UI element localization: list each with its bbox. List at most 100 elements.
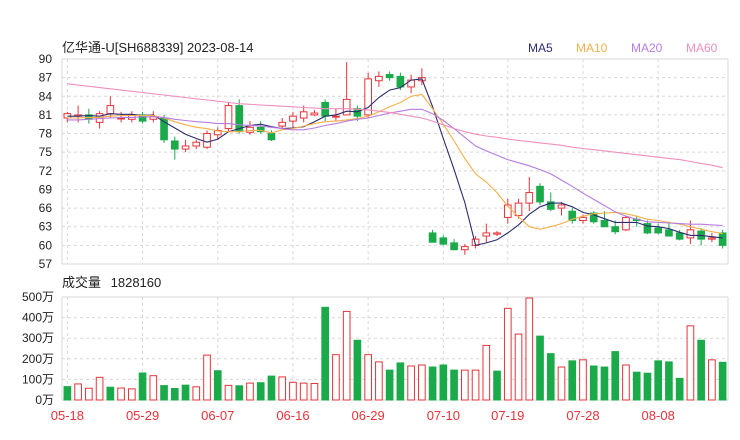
volume-bar: [589, 365, 598, 401]
price-y-axis: 90 87 84 81 78 75 72 69 66 63 60 57: [39, 52, 53, 271]
candle-body: [224, 105, 233, 130]
volume-bar: [718, 361, 727, 401]
candle-body: [267, 133, 276, 141]
volume-bar: [611, 351, 620, 401]
volume-bar: [503, 307, 512, 401]
price-tick-label: 63: [39, 220, 53, 234]
date-tick-label: 05-29: [126, 408, 159, 423]
candle-body: [536, 185, 544, 203]
candle-body: [192, 141, 201, 147]
candle-body: [310, 112, 319, 116]
candle-body: [482, 232, 491, 237]
volume-bar: [525, 297, 534, 401]
volume-bar: [407, 365, 415, 401]
candle-body: [332, 115, 340, 118]
date-tick-label: 08-08: [642, 408, 675, 423]
legend-ma10: MA10: [576, 41, 608, 55]
volume-bar: [375, 361, 383, 401]
volume-bar: [697, 339, 705, 401]
volume-bar: [213, 370, 222, 401]
candle-body: [686, 229, 695, 239]
volume-bar: [708, 359, 716, 401]
volume-bar: [85, 387, 93, 401]
volume-bar: [675, 377, 684, 401]
legend-ma60: MA60: [686, 41, 718, 55]
candle-body: [428, 232, 437, 243]
volume-bar: [536, 335, 544, 401]
price-tick-label: 66: [39, 201, 53, 215]
candle-body: [665, 229, 673, 237]
volume-tick-label: 0万: [35, 393, 54, 407]
candle-body: [246, 126, 254, 133]
volume-bar: [600, 366, 609, 401]
volume-y-axis: 500万 400万 300万 200万 100万 0万: [22, 290, 54, 407]
volume-bar: [95, 376, 104, 401]
volume-tick-label: 100万: [22, 372, 54, 386]
volume-tick-label: 500万: [22, 290, 54, 304]
date-axis: 05-18 05-29 06-07 06-16 06-29 07-10 07-19 07-28…: [51, 408, 675, 423]
volume-tick-label: 200万: [22, 352, 54, 366]
volume-bar: [396, 362, 405, 401]
price-tick-label: 72: [39, 164, 53, 178]
volume-bar: [514, 333, 523, 401]
volume-tick-label: 300万: [22, 331, 54, 345]
candle-body: [439, 237, 448, 245]
volume-value: 1828160: [111, 275, 162, 290]
volume-bar: [117, 387, 125, 401]
price-tick-label: 57: [39, 257, 53, 271]
volume-bar: [557, 366, 566, 401]
candle-body: [117, 117, 125, 120]
candle-body: [385, 74, 394, 79]
candlestick-series: [63, 62, 727, 255]
volume-bar: [439, 364, 448, 401]
date-tick-label: 06-29: [352, 408, 385, 423]
volume-bar: [127, 388, 136, 401]
candle-body: [718, 232, 727, 246]
candle-body: [525, 192, 534, 204]
date-tick-label: 06-07: [201, 408, 234, 423]
volume-bar: [643, 372, 652, 401]
candle-body: [289, 115, 297, 122]
volume-bar: [299, 382, 308, 401]
price-grid: [61, 58, 729, 265]
candle-body: [675, 232, 684, 240]
price-tick-label: 60: [39, 238, 53, 252]
candle-body: [375, 75, 383, 82]
volume-bar: [149, 375, 158, 401]
volume-bar: [74, 383, 82, 401]
volume-bar: [246, 382, 254, 401]
price-tick-label: 84: [39, 89, 53, 103]
volume-bar: [665, 361, 673, 401]
volume-bar: [224, 384, 233, 401]
volume-bar: [686, 325, 695, 401]
candle-body: [708, 237, 716, 240]
candle-body: [654, 227, 663, 234]
volume-bar: [289, 381, 297, 401]
legend-ma20: MA20: [631, 41, 663, 55]
candle-body: [622, 216, 630, 231]
candle-body: [493, 232, 501, 235]
volume-bar: [256, 382, 265, 401]
volume-bar: [321, 306, 330, 401]
date-tick-label: 07-28: [566, 408, 599, 423]
date-tick-label: 05-18: [51, 408, 84, 423]
date-tick-label: 07-19: [491, 408, 524, 423]
volume-bar: [654, 360, 663, 401]
volume-bar: [385, 369, 394, 401]
volume-bar: [192, 386, 201, 401]
volume-bar: [579, 359, 587, 401]
volume-bar-series: [63, 297, 727, 401]
price-tick-label: 81: [39, 108, 53, 122]
volume-bar: [203, 354, 211, 401]
volume-bar: [418, 364, 426, 401]
volume-bar: [471, 369, 480, 401]
volume-bar: [267, 375, 276, 401]
volume-bar: [568, 360, 577, 401]
volume-bar: [278, 376, 287, 401]
volume-bar: [63, 386, 72, 401]
volume-tick-label: 400万: [22, 311, 54, 325]
candle-body: [321, 101, 330, 117]
volume-bar: [106, 386, 115, 401]
volume-bar: [138, 372, 147, 401]
volume-bar: [460, 369, 469, 401]
